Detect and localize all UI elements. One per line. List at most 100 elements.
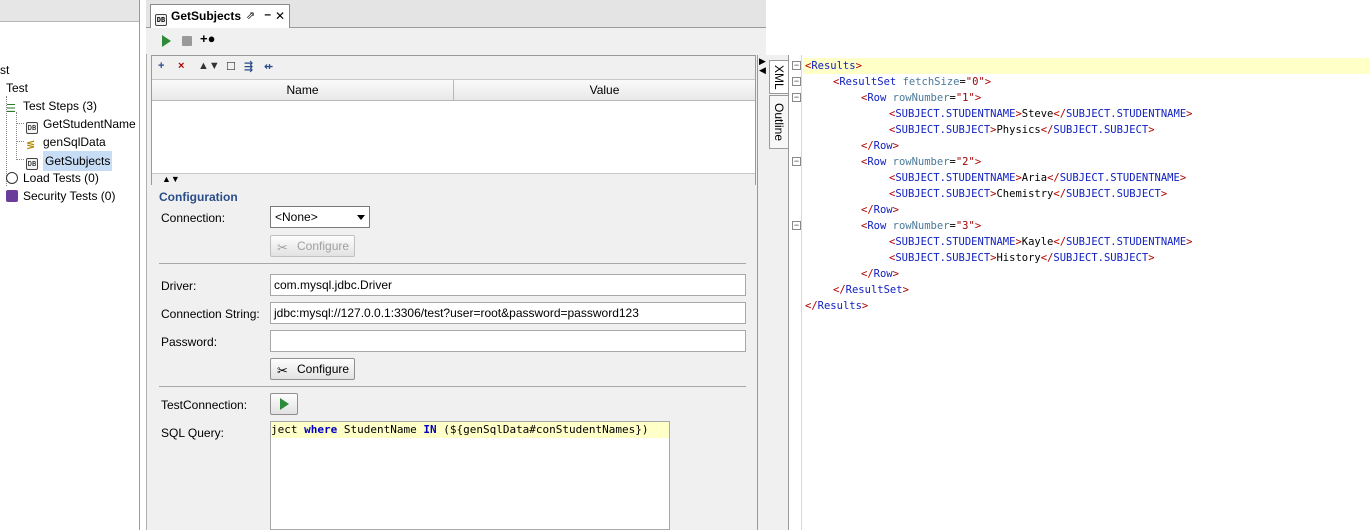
column-name-header[interactable]: Name [152, 80, 454, 101]
driver-field[interactable]: com.mysql.jdbc.Driver [270, 274, 746, 296]
xml-line: <ResultSet fetchSize="0"> [833, 76, 992, 88]
pin-icon[interactable]: ⇗ [246, 5, 255, 27]
collapse-icon[interactable]: ▶ ◀ [759, 57, 766, 75]
xml-line: </Row> [861, 268, 899, 280]
groovy-script-icon: ≶ [26, 139, 36, 151]
configure-label: Configure [297, 239, 350, 253]
remove-property-button[interactable]: × [178, 60, 184, 72]
tree-item-gensqldata[interactable]: ≶ genSqlData [26, 133, 106, 151]
tree-item-security-tests[interactable]: Security Tests (0) [6, 187, 115, 205]
load-test-icon [6, 172, 18, 184]
properties-splitter[interactable]: ▲▼ [152, 173, 755, 185]
tab-getsubjects[interactable]: DB GetSubjects ⇗ – ✕ [150, 4, 290, 28]
xml-line: <SUBJECT.SUBJECT>History</SUBJECT.SUBJEC… [889, 252, 1155, 264]
password-label: Password: [161, 335, 218, 349]
configure-driver-button[interactable]: ✂ Configure [270, 358, 355, 380]
connection-string-label: Connection String: [161, 307, 260, 321]
tree-item-label: Load Tests (0) [23, 171, 99, 185]
sql-keyword: IN [423, 423, 437, 436]
xml-line: <Row rowNumber="1"> [861, 92, 982, 104]
configure-connection-button[interactable]: ✂ Configure [270, 235, 355, 257]
wrench-icon: ✂ [277, 363, 288, 378]
minimize-icon[interactable]: – [264, 3, 271, 25]
move-property-button[interactable]: ▲▼ [198, 60, 220, 72]
chevron-down-icon [357, 215, 365, 220]
response-side-tabs: XML Outline [769, 55, 789, 530]
add-assertion-icon: +● [200, 31, 216, 46]
play-icon [280, 398, 289, 410]
tree-item-label: Test Steps (3) [23, 99, 98, 113]
tree-guide [16, 159, 24, 160]
tree-item-label: st [0, 63, 10, 77]
sql-text: (${genSqlData#conStudentNames}) [436, 423, 649, 436]
fold-toggle-icon[interactable]: − [792, 157, 801, 166]
close-icon[interactable]: ✕ [275, 5, 285, 27]
column-value-header[interactable]: Value [454, 80, 755, 101]
tab-xml[interactable]: XML [769, 60, 789, 94]
xml-text: Kayle [1021, 236, 1054, 248]
xml-line: </Row> [861, 140, 899, 152]
sql-keyword: where [304, 423, 338, 436]
play-icon [162, 35, 171, 47]
tree-item-label: genSqlData [43, 135, 106, 149]
wrench-icon: ✂ [277, 240, 288, 255]
divider [159, 386, 746, 387]
clear-property-button[interactable]: ☐ [226, 60, 236, 73]
test-connection-label: TestConnection: [161, 398, 248, 412]
xml-line: <SUBJECT.SUBJECT>Chemistry</SUBJECT.SUBJ… [889, 188, 1168, 200]
test-steps-icon: ☰ [6, 103, 16, 115]
current-line-highlight [803, 58, 1370, 74]
tab-outline[interactable]: Outline [769, 95, 789, 149]
tree-item-label: Security Tests (0) [23, 189, 116, 203]
tree-item-load-tests[interactable]: Load Tests (0) [6, 169, 99, 187]
stop-button[interactable] [179, 33, 195, 49]
xml-line: </Results> [805, 300, 869, 312]
jdbc-step-icon: DB [155, 14, 167, 26]
tree-guide [16, 112, 17, 160]
xml-line: </Row> [861, 204, 899, 216]
tree-item-getstudentname[interactable]: DB GetStudentName [26, 115, 136, 134]
xml-line: <SUBJECT.STUDENTNAME>Aria</SUBJECT.STUDE… [889, 172, 1187, 184]
load-properties-button[interactable]: ⇶ [244, 60, 253, 73]
tree-item-test-steps[interactable]: ☰ Test Steps (3) [6, 97, 97, 115]
sql-query-line[interactable]: ject where StudentName IN (${genSqlData#… [271, 422, 669, 438]
fold-toggle-icon[interactable]: − [792, 93, 801, 102]
tree-item-label: Test [6, 81, 29, 95]
password-field[interactable] [270, 330, 746, 352]
xml-text: Steve [1021, 108, 1054, 120]
tree-item-label: GetSubjects [43, 151, 113, 171]
xml-line: <SUBJECT.STUDENTNAME>Kayle</SUBJECT.STUD… [889, 236, 1193, 248]
connection-select[interactable]: <None> [270, 206, 370, 228]
test-connection-button[interactable] [270, 393, 298, 415]
xml-line: <SUBJECT.SUBJECT>Physics</SUBJECT.SUBJEC… [889, 124, 1155, 136]
properties-header: Name Value [152, 80, 755, 101]
xml-line: <Row rowNumber="2"> [861, 156, 982, 168]
tree-item-getsubjects[interactable]: DB GetSubjects [26, 151, 113, 171]
xml-line: <Results> [805, 60, 862, 72]
configuration-title: Configuration [159, 190, 238, 204]
connection-string-field[interactable]: jdbc:mysql://127.0.0.1:3306/test?user=ro… [270, 302, 746, 324]
driver-label: Driver: [161, 279, 197, 293]
add-assertion-button[interactable]: +● [200, 32, 216, 48]
xml-text: Chemistry [996, 188, 1054, 200]
fold-gutter [790, 55, 802, 530]
divider [159, 263, 746, 264]
sql-query-label: SQL Query: [161, 426, 224, 440]
stop-icon [182, 36, 192, 46]
xml-text: Physics [996, 124, 1041, 136]
xml-line: <Row rowNumber="3"> [861, 220, 982, 232]
panel-splitter[interactable]: ▶ ◀ [757, 55, 769, 530]
add-property-button[interactable]: + [158, 60, 164, 72]
properties-toolbar: + × ▲▼ ☐ ⇶ ⇷ [152, 56, 755, 80]
xml-line: </ResultSet> [833, 284, 909, 296]
run-toolbar: +● [146, 28, 766, 54]
xml-text: Aria [1021, 172, 1048, 184]
tree-guide [16, 123, 24, 124]
fold-toggle-icon[interactable]: − [792, 221, 801, 230]
fold-toggle-icon[interactable]: − [792, 77, 801, 86]
run-button[interactable] [158, 33, 174, 49]
fold-toggle-icon[interactable]: − [792, 61, 801, 70]
save-properties-button[interactable]: ⇷ [264, 60, 273, 73]
xml-line: <SUBJECT.STUDENTNAME>Steve</SUBJECT.STUD… [889, 108, 1193, 120]
tab-title: GetSubjects [171, 9, 242, 23]
